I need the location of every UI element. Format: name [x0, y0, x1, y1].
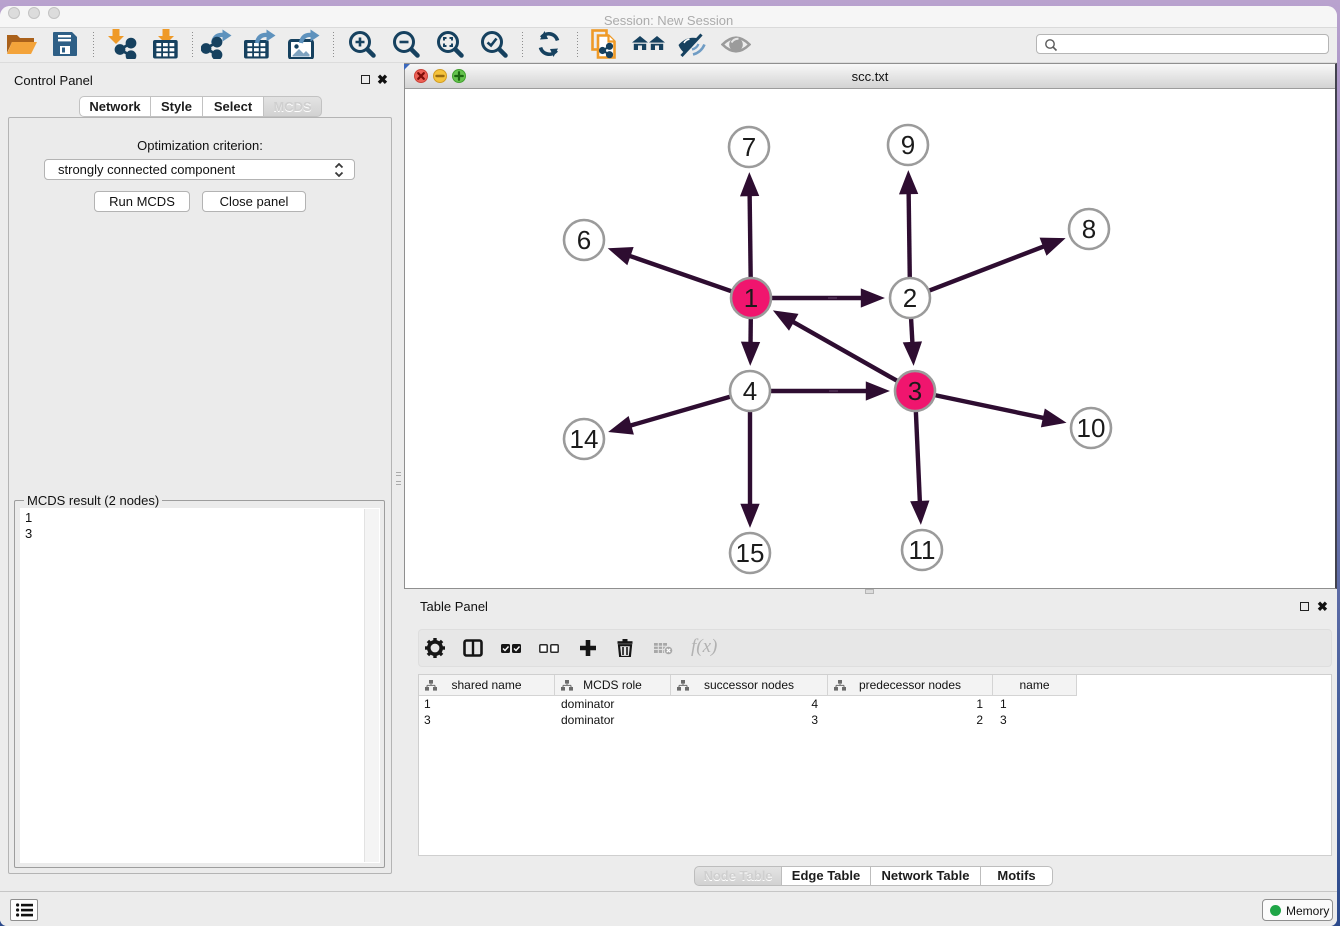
svg-text:15: 15	[736, 538, 765, 568]
svg-text:8: 8	[1082, 214, 1096, 244]
svg-text:7: 7	[742, 132, 756, 162]
svg-text:3: 3	[908, 376, 922, 406]
svg-text:10: 10	[1077, 413, 1106, 443]
svg-text:11: 11	[909, 535, 936, 565]
svg-text:9: 9	[901, 130, 915, 160]
svg-text:1: 1	[744, 283, 758, 313]
svg-text:6: 6	[577, 225, 591, 255]
svg-text:14: 14	[570, 424, 599, 454]
svg-text:4: 4	[743, 376, 757, 406]
svg-text:2: 2	[903, 283, 917, 313]
